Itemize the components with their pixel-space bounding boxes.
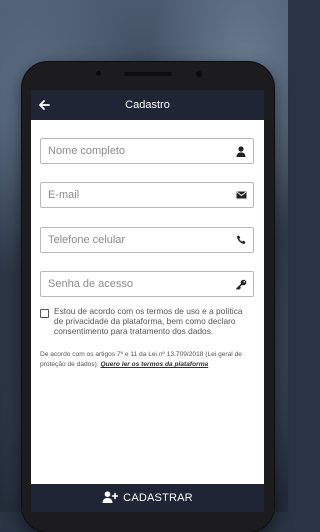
email-input[interactable] [41,185,228,205]
password-input[interactable] [41,274,228,294]
app-screen: Cadastro Nome completo E-mail Telefone c… [31,90,264,512]
phone-input[interactable] [41,230,228,250]
speaker-grille [124,72,172,76]
phone-field[interactable] [40,227,254,253]
front-camera [195,70,203,78]
envelope-icon [234,188,248,202]
register-button-label: CADASTRAR [123,492,193,504]
back-arrow-icon[interactable] [35,96,53,114]
register-button[interactable]: CADASTRAR [31,484,264,512]
key-icon [234,277,248,291]
law-notice: De acordo com os artigos 7º e 11 da Lei … [40,350,256,370]
phone-icon [234,233,248,247]
phone-bezel-right [264,484,274,512]
terms-text: Estou de acordo com os termos de uso e a… [54,306,243,336]
add-user-icon [102,490,119,506]
name-input[interactable] [41,141,228,161]
password-field[interactable] [40,271,254,297]
page-title: Cadastro [125,99,170,111]
email-field[interactable] [40,182,254,208]
phone-bezel-left [22,484,31,512]
user-icon [234,144,248,158]
sensor-dot [96,71,101,76]
terms-checkbox[interactable] [40,309,49,318]
app-bar: Cadastro [31,90,264,120]
name-field[interactable] [40,138,254,164]
terms-link[interactable]: Quero ler os termos da plataforma [101,361,209,368]
